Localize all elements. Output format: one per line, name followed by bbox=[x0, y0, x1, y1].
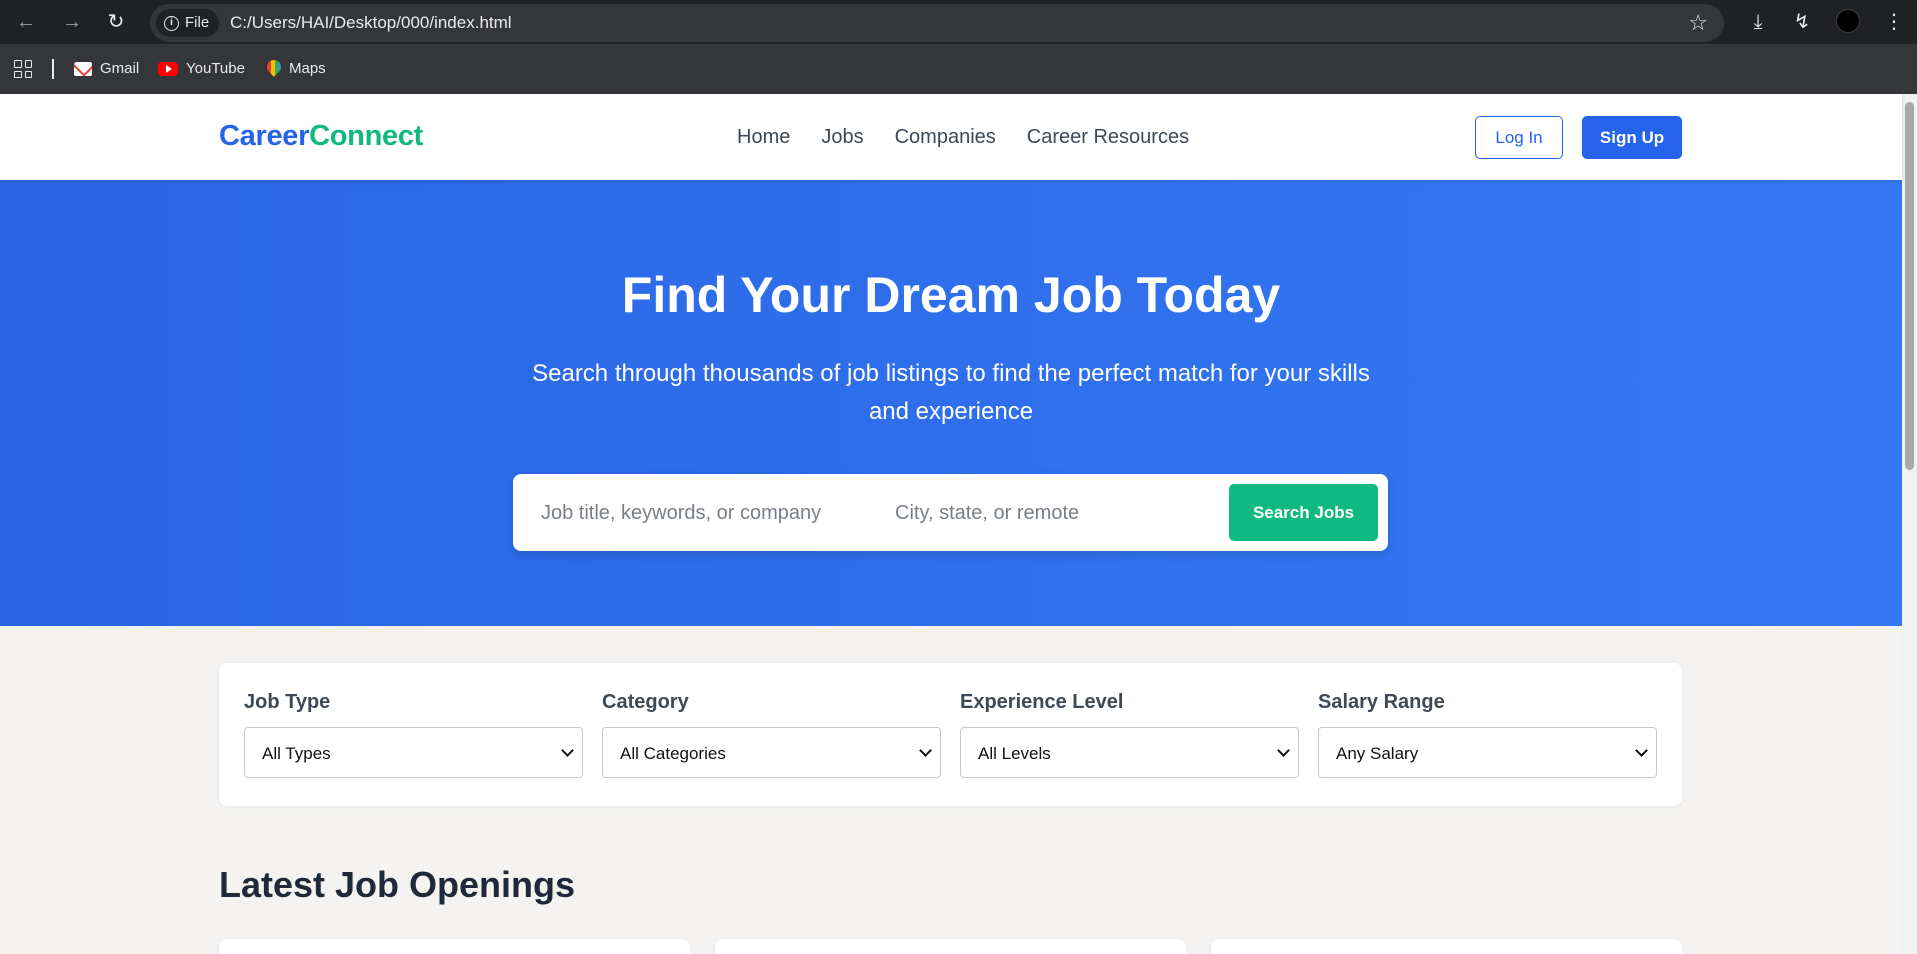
select-value: Any Salary bbox=[1336, 744, 1419, 763]
main-nav: Home Jobs Companies Career Resources bbox=[737, 94, 1189, 180]
page-scrollbar[interactable] bbox=[1902, 94, 1917, 954]
site-header: CareerConnect Home Jobs Companies Career… bbox=[0, 94, 1902, 180]
back-icon[interactable]: ← bbox=[14, 10, 38, 34]
chevron-down-icon bbox=[919, 744, 932, 757]
logo-part-career: Career bbox=[219, 120, 310, 152]
browser-toolbar: ← → ↻ i File C:/Users/HAI/Desktop/000/in… bbox=[0, 0, 1917, 44]
hero-title: Find Your Dream Job Today bbox=[621, 267, 1281, 323]
file-chip-label: File bbox=[185, 14, 210, 31]
chevron-down-icon bbox=[561, 744, 574, 757]
filter-salary-range: Salary Range Any Salary bbox=[1318, 691, 1657, 778]
keyword-search-input[interactable] bbox=[541, 488, 861, 538]
job-card[interactable] bbox=[1211, 939, 1682, 954]
filter-category: Category All Categories bbox=[602, 691, 941, 778]
reload-icon[interactable]: ↻ bbox=[104, 10, 128, 34]
forward-icon[interactable]: → bbox=[60, 10, 84, 34]
salary-range-select[interactable]: Any Salary bbox=[1318, 727, 1657, 778]
bookmark-gmail[interactable]: Gmail bbox=[74, 44, 139, 94]
filters-panel: Job Type All Types Category All Categori… bbox=[219, 663, 1682, 806]
download-icon[interactable]: ⤓ bbox=[1744, 8, 1772, 36]
signup-button[interactable]: Sign Up bbox=[1582, 116, 1682, 159]
search-jobs-button[interactable]: Search Jobs bbox=[1229, 484, 1378, 541]
site-info-chip[interactable]: i File bbox=[156, 9, 220, 37]
job-type-select[interactable]: All Types bbox=[244, 727, 583, 778]
menu-kebab-icon[interactable]: ⋮ bbox=[1880, 8, 1908, 36]
chevron-down-icon bbox=[1635, 744, 1648, 757]
bookmark-maps[interactable]: Maps bbox=[267, 44, 326, 94]
nav-jobs[interactable]: Jobs bbox=[821, 126, 863, 149]
profile-avatar[interactable] bbox=[1836, 9, 1860, 33]
bookmarks-bar: Gmail YouTube Maps bbox=[0, 44, 1917, 94]
nav-career-resources[interactable]: Career Resources bbox=[1027, 126, 1189, 149]
select-value: All Categories bbox=[620, 744, 726, 763]
chevron-down-icon bbox=[1277, 744, 1290, 757]
youtube-icon bbox=[158, 62, 178, 76]
location-search-input[interactable] bbox=[895, 488, 1215, 538]
address-bar[interactable]: i File C:/Users/HAI/Desktop/000/index.ht… bbox=[150, 4, 1724, 42]
category-select[interactable]: All Categories bbox=[602, 727, 941, 778]
url-text[interactable]: C:/Users/HAI/Desktop/000/index.html bbox=[230, 4, 512, 42]
page-viewport: CareerConnect Home Jobs Companies Career… bbox=[0, 94, 1917, 954]
logo[interactable]: CareerConnect bbox=[219, 120, 423, 153]
apps-grid-icon[interactable] bbox=[14, 60, 32, 78]
job-search-bar: Search Jobs bbox=[513, 474, 1388, 551]
scrollbar-thumb[interactable] bbox=[1905, 102, 1914, 470]
select-value: All Types bbox=[262, 744, 331, 763]
bookmark-label: YouTube bbox=[186, 60, 245, 77]
filter-label: Experience Level bbox=[960, 691, 1124, 713]
hero-subtitle: Search through thousands of job listings… bbox=[532, 360, 1370, 425]
select-value: All Levels bbox=[978, 744, 1051, 763]
logo-part-connect: Connect bbox=[309, 120, 424, 152]
info-icon: i bbox=[164, 15, 179, 31]
filter-experience-level: Experience Level All Levels bbox=[960, 691, 1299, 778]
job-card[interactable] bbox=[219, 939, 690, 954]
experience-level-select[interactable]: All Levels bbox=[960, 727, 1299, 778]
maps-icon bbox=[267, 60, 281, 78]
performance-icon[interactable]: ↯ bbox=[1788, 8, 1816, 36]
bookmarks-divider bbox=[52, 59, 54, 79]
job-card[interactable] bbox=[715, 939, 1186, 954]
nav-home[interactable]: Home bbox=[737, 126, 790, 149]
gmail-icon bbox=[74, 62, 92, 76]
hero-section: Find Your Dream Job Today Search through… bbox=[0, 180, 1902, 626]
bookmark-label: Gmail bbox=[100, 60, 140, 77]
login-button[interactable]: Log In bbox=[1475, 116, 1563, 159]
bookmark-label: Maps bbox=[289, 60, 326, 77]
bookmark-star-icon[interactable]: ☆ bbox=[1688, 4, 1708, 42]
filter-label: Job Type bbox=[244, 691, 331, 713]
filter-label: Category bbox=[602, 691, 689, 713]
filter-job-type: Job Type All Types bbox=[244, 691, 583, 778]
nav-companies[interactable]: Companies bbox=[895, 126, 996, 149]
latest-jobs-title: Latest Job Openings bbox=[219, 864, 576, 905]
filter-label: Salary Range bbox=[1318, 691, 1445, 713]
bookmark-youtube[interactable]: YouTube bbox=[158, 44, 245, 94]
